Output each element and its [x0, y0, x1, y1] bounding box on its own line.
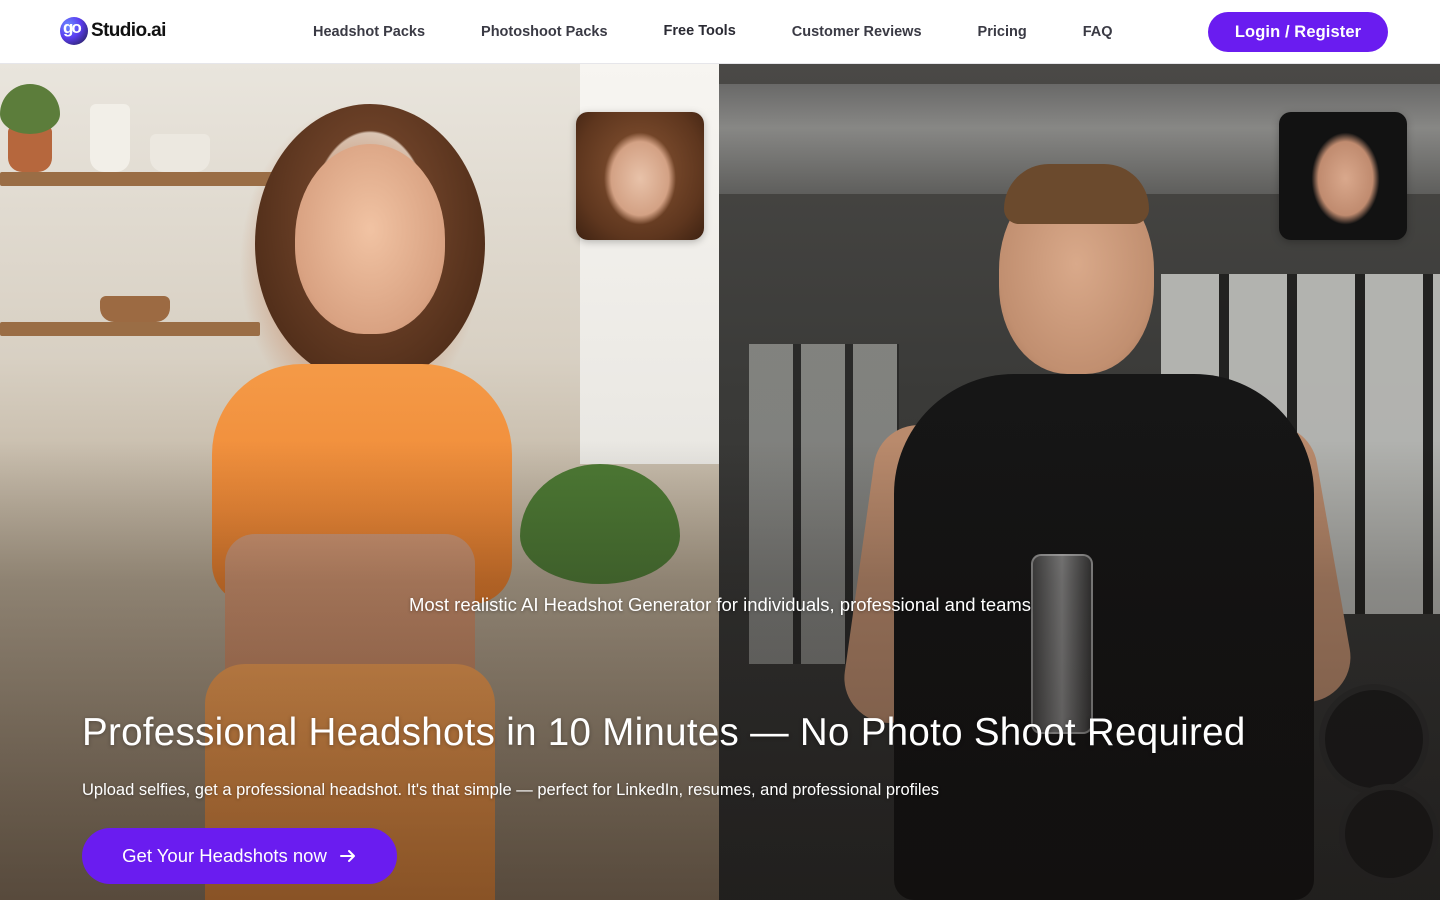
brand-name: Studio.ai — [91, 20, 166, 41]
logo-mark-text: go — [63, 18, 82, 37]
login-register-button[interactable]: Login / Register — [1208, 12, 1388, 52]
site-header: go Studio.ai Headshot Packs Photoshoot P… — [0, 0, 1440, 64]
cta-label: Get Your Headshots now — [122, 845, 327, 866]
hero-subline: Upload selfies, get a professional heads… — [82, 781, 940, 799]
hero-section: Most realistic AI Headshot Generator for… — [0, 64, 1440, 900]
nav-item-customer-reviews[interactable]: Customer Reviews — [792, 24, 922, 40]
nav-item-headshot-packs[interactable]: Headshot Packs — [313, 24, 425, 40]
headshot-thumbnail-woman — [576, 112, 704, 240]
brand-logo[interactable]: go Studio.ai — [60, 16, 166, 46]
arrow-right-icon — [339, 850, 355, 862]
logo-mark-icon: go — [60, 17, 88, 45]
hero-overlay — [0, 64, 1440, 900]
nav-item-faq[interactable]: FAQ — [1083, 24, 1113, 40]
hero-tagline: Most realistic AI Headshot Generator for… — [408, 594, 1032, 615]
nav-item-photoshoot-packs[interactable]: Photoshoot Packs — [481, 24, 608, 40]
get-headshots-button[interactable]: Get Your Headshots now — [82, 828, 397, 884]
headshot-thumbnail-man — [1279, 112, 1407, 240]
nav-item-free-tools[interactable]: Free Tools — [664, 23, 736, 39]
main-nav: Headshot Packs Photoshoot Packs Free Too… — [313, 0, 1113, 64]
hero-headline: Professional Headshots in 10 Minutes — N… — [82, 711, 1246, 754]
nav-item-pricing[interactable]: Pricing — [978, 24, 1027, 40]
